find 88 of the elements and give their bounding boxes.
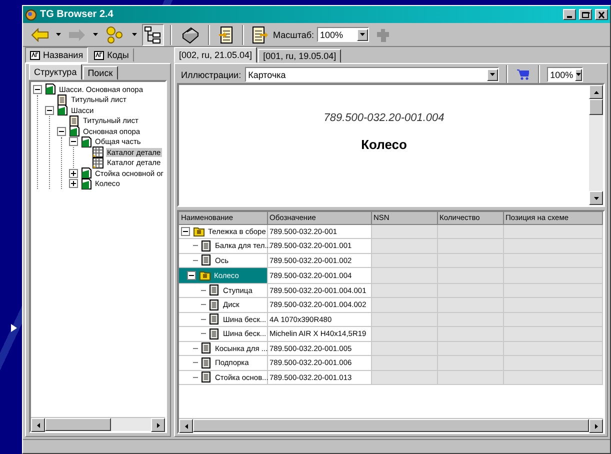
collapse-icon[interactable]	[33, 84, 42, 94]
view-tab[interactable]: Названия	[25, 47, 88, 63]
expand-icon[interactable]	[69, 168, 78, 178]
panel-tab[interactable]: Структура	[29, 64, 82, 80]
zoom-value: 100%	[550, 70, 574, 80]
minimize-button[interactable]	[563, 9, 576, 20]
cart-button[interactable]	[515, 67, 532, 82]
document-export-icon	[252, 26, 268, 44]
scroll-thumb[interactable]	[45, 418, 111, 431]
caret-icon	[56, 32, 61, 36]
book-icon	[56, 104, 68, 116]
scroll-left-button[interactable]	[179, 419, 193, 433]
page-icon	[68, 114, 80, 127]
book-icon	[80, 136, 92, 148]
caret-button[interactable]	[130, 30, 139, 38]
page-icon	[56, 94, 68, 106]
scale-value: 100%	[320, 30, 344, 40]
caret-icon	[93, 32, 98, 36]
maximize-button[interactable]	[579, 9, 592, 20]
tree-structure-button[interactable]	[142, 24, 164, 46]
right-arrow-icon	[156, 422, 160, 428]
scroll-thumb[interactable]	[589, 99, 603, 115]
dropdown-arrow-icon	[576, 73, 582, 76]
cart-icon	[517, 69, 530, 80]
document-tab[interactable]: [002, ru, 21.05.04]	[174, 47, 258, 63]
expand-icon[interactable]	[69, 179, 78, 188]
up-arrow-icon	[594, 90, 598, 94]
maximize-icon	[581, 10, 590, 18]
part-title: Колесо	[361, 137, 407, 152]
back-arrow-button[interactable]	[29, 26, 51, 44]
document-export-button[interactable]	[250, 24, 270, 46]
panel-tab[interactable]: Поиск	[82, 66, 118, 80]
page-icon	[201, 240, 212, 252]
scroll-right-button[interactable]	[589, 419, 603, 433]
scale-dropdown[interactable]: 100%	[317, 27, 370, 42]
dropdown-arrow-icon	[490, 73, 496, 76]
collapse-icon[interactable]	[181, 226, 190, 236]
book-icon	[68, 125, 80, 138]
illustrations-label: Иллюстрации:	[181, 70, 242, 80]
caret-button[interactable]	[91, 30, 100, 38]
back-arrow-icon	[31, 28, 49, 42]
page-icon	[201, 371, 212, 384]
app-icon	[25, 8, 37, 20]
caret-icon	[132, 32, 137, 36]
folder-icon	[199, 270, 211, 281]
page-icon	[209, 284, 220, 296]
close-icon	[597, 10, 606, 18]
scroll-up-button[interactable]	[589, 85, 603, 99]
illustrations-value: Карточка	[248, 70, 286, 80]
collapse-icon[interactable]	[57, 126, 66, 136]
right-arrow-icon	[594, 424, 598, 428]
left-arrow-icon	[184, 424, 188, 428]
scale-label: Масштаб:	[273, 30, 314, 40]
zoom-dropdown[interactable]: 100%	[547, 67, 584, 82]
close-button[interactable]	[595, 9, 608, 20]
document-tab[interactable]: [001, ru, 19.05.04]	[258, 49, 342, 63]
window-title: TG Browser 2.4	[40, 9, 114, 20]
dropdown-arrow-icon	[360, 33, 366, 36]
scroll-down-button[interactable]	[589, 191, 603, 205]
scroll-right-button[interactable]	[151, 418, 165, 432]
text-icon	[30, 50, 40, 60]
tree-structure-icon	[144, 26, 162, 44]
horizontal-scrollbar[interactable]	[31, 417, 165, 431]
page-icon	[201, 342, 212, 354]
forward-arrow-icon	[68, 28, 86, 42]
folder-icon	[193, 226, 205, 237]
page-icon	[209, 313, 220, 326]
table-icon	[92, 156, 104, 169]
left-arrow-icon	[36, 422, 40, 428]
down-arrow-icon	[594, 196, 598, 200]
document-import-icon	[218, 26, 234, 44]
bullet-icon	[11, 324, 17, 332]
vertical-scrollbar[interactable]	[589, 85, 603, 205]
code-icon	[94, 50, 104, 60]
page-icon	[201, 356, 212, 369]
page-icon	[209, 328, 220, 340]
collapse-icon[interactable]	[187, 270, 196, 280]
book-icon	[44, 83, 56, 96]
scroll-left-button[interactable]	[31, 418, 45, 432]
page-icon	[209, 298, 220, 311]
caret-button[interactable]	[54, 30, 63, 38]
illustrations-dropdown[interactable]: Карточка	[245, 67, 500, 82]
nodes-icon	[105, 26, 125, 44]
page-icon	[201, 254, 212, 266]
collapse-icon[interactable]	[69, 137, 78, 146]
collapse-icon[interactable]	[45, 106, 54, 115]
table-icon	[92, 146, 104, 158]
part-code: 789.500-032.20-001.004	[324, 112, 444, 124]
